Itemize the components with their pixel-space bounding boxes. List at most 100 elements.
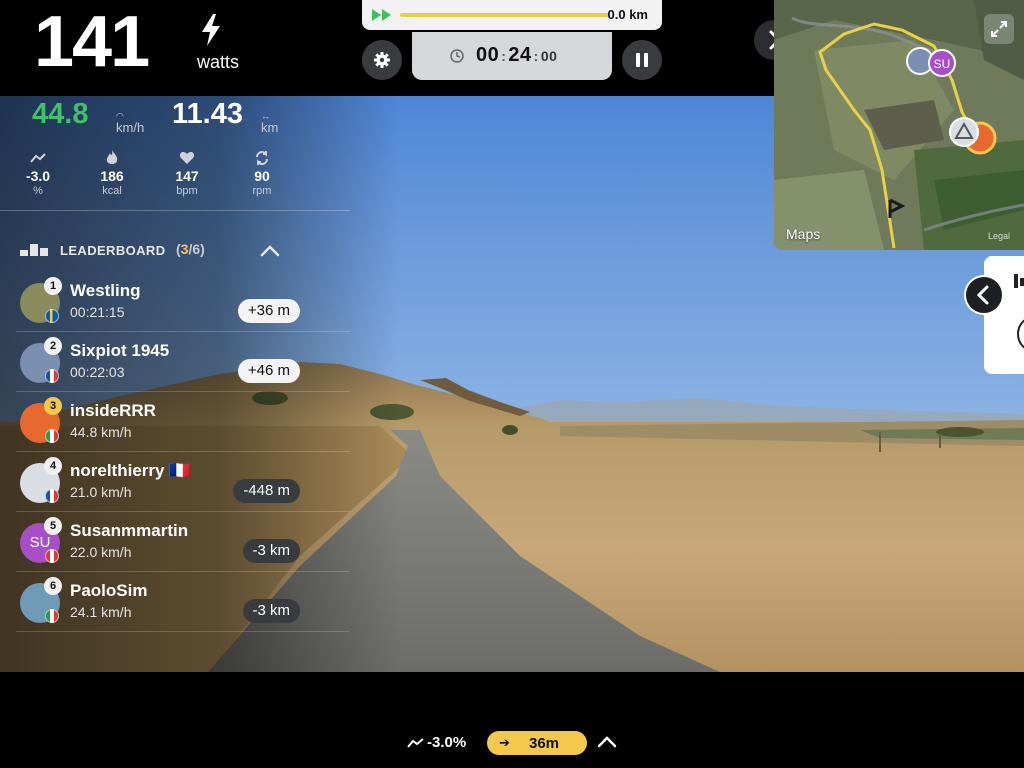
bolt-icon [202, 14, 220, 46]
chevron-up-icon[interactable] [260, 244, 280, 258]
expand-icon [991, 21, 1007, 37]
metric-slope: -3.0 % [8, 150, 68, 197]
gap-badge: +36 m [237, 299, 300, 323]
cadence-icon [256, 151, 268, 165]
metric-heart-rate: 147 bpm [157, 150, 217, 197]
flag-it-icon [45, 609, 59, 623]
rank-badge: 1 [44, 277, 62, 295]
map-legal-link[interactable]: Legal [988, 231, 1010, 241]
gear-icon [374, 52, 390, 68]
flame-icon [106, 150, 118, 164]
distance-ahead-pill: ➔ 36m [487, 731, 587, 755]
metric-cadence: 90 rpm [232, 150, 292, 197]
rider-stat: 24.1 km/h [70, 604, 132, 620]
heart-rate-unit: bpm [176, 185, 198, 197]
rider-name: Susanmmartin [70, 521, 189, 540]
chevron-left-icon [976, 285, 989, 305]
speed-unit: ◠ km/h [116, 111, 145, 136]
open-side-panel-button[interactable] [964, 275, 1004, 315]
rank-badge: 2 [44, 337, 62, 355]
settings-button[interactable] [362, 40, 402, 80]
route-map[interactable]: SU Maps Legal [774, 0, 1024, 250]
maps-attribution: Maps [786, 226, 820, 242]
leaderboard-row[interactable]: 4 norelthierry 🇫🇷 21.0 km/h -448 m [16, 452, 350, 512]
timer-seconds: 00 [540, 48, 558, 64]
rank-badge: 4 [44, 457, 62, 475]
gap-badge: -3 km [242, 599, 300, 623]
leaderboard-total: /6 [188, 241, 201, 257]
rider-name: insideRRR [70, 401, 156, 420]
distance-unit-label: km [261, 120, 279, 135]
distance-icon: ↔ [261, 111, 270, 121]
distance-unit: ↔ km [261, 111, 279, 136]
leaderboard-count: (3/6) [176, 241, 205, 257]
svg-text:SU: SU [934, 57, 951, 71]
chevron-up-icon[interactable] [596, 735, 618, 749]
slope-unit: % [33, 185, 43, 197]
calories-unit: kcal [102, 185, 122, 197]
rider-name: Sixpiot 1945 [70, 341, 170, 360]
rider-stat: 22.0 km/h [70, 544, 132, 560]
rank-badge: 6 [44, 577, 62, 595]
pause-icon [636, 53, 648, 67]
power-value: 141 [34, 2, 150, 82]
speedometer-icon: ◠ [116, 111, 124, 121]
metric-calories: 186 kcal [82, 150, 142, 197]
flag-ca-icon [45, 549, 59, 563]
calories-value: 186 [100, 168, 124, 184]
pause-button[interactable] [622, 40, 662, 80]
flag-it-icon [45, 429, 59, 443]
gap-badge: -3 km [242, 539, 300, 563]
rank-badge: 5 [44, 517, 62, 535]
rider-stat: 00:21:15 [70, 304, 125, 320]
timer-minutes: 24 [508, 44, 532, 66]
heart-icon [179, 152, 195, 164]
maps-label: Maps [786, 226, 821, 242]
stats-divider [0, 210, 350, 211]
rider-stat: 44.8 km/h [70, 424, 132, 440]
rider-stat: 00:22:03 [70, 364, 125, 380]
route-progress-distance: 0.0 km [607, 7, 648, 22]
timer-panel: 00:24:00 [412, 32, 612, 80]
cadence-unit: rpm [252, 185, 272, 197]
row-divider [16, 631, 350, 632]
leaderboard-row[interactable]: 3 insideRRR 44.8 km/h [16, 392, 350, 452]
speed-unit-label: km/h [116, 120, 145, 135]
leaderboard-title: LEADERBOARD [60, 243, 166, 258]
rank-badge: 3 [44, 397, 62, 415]
rider-stat: 21.0 km/h [70, 484, 132, 500]
timer-hours: 00 [476, 44, 500, 66]
fast-forward-icon [372, 9, 391, 21]
leaderboard-row[interactable]: SU 5 Susanmmartin 22.0 km/h -3 km [16, 512, 350, 572]
route-progress-bar [400, 13, 610, 17]
route-progress-panel: 0.0 km [362, 0, 662, 30]
rider-name: Westling [70, 281, 141, 300]
leaderboard-row[interactable]: 6 PaoloSim 24.1 km/h -3 km [16, 572, 350, 632]
arrow-right-icon: ➔ [499, 735, 510, 750]
rider-name: norelthierry 🇫🇷 [70, 461, 191, 480]
distance-value: 11.43 [172, 98, 243, 130]
clock-icon [450, 49, 464, 63]
gap-badge: +46 m [237, 359, 300, 383]
elapsed-time: 00:24:00 [476, 44, 557, 67]
flag-fr-icon [45, 489, 59, 503]
leaderboard-header[interactable]: LEADERBOARD (3/6) [20, 240, 290, 262]
timer-separator: : [533, 48, 539, 64]
leaderboard-row[interactable]: 1 Westling 00:21:15 +36 m [16, 272, 350, 332]
slope-value: -3.0 [25, 168, 51, 184]
distance-ahead-value: 36m [529, 735, 560, 752]
flag-fr-icon [45, 369, 59, 383]
cadence-value: 90 [254, 168, 270, 184]
slope-metric-icon [30, 153, 46, 163]
rider-name: PaoloSim [70, 581, 148, 600]
expand-map-button[interactable] [984, 14, 1014, 44]
gap-badge: -448 m [233, 479, 300, 503]
flag-se-icon [45, 309, 59, 323]
power-unit: watts [197, 52, 240, 72]
leaderboard-icon [20, 244, 48, 256]
current-slope: -3.0% [427, 734, 467, 751]
leaderboard-row[interactable]: 2 Sixpiot 1945 00:22:03 +46 m [16, 332, 350, 392]
speed-value: 44.8 [32, 98, 89, 130]
slope-icon [407, 738, 424, 748]
heart-rate-value: 147 [175, 168, 199, 184]
